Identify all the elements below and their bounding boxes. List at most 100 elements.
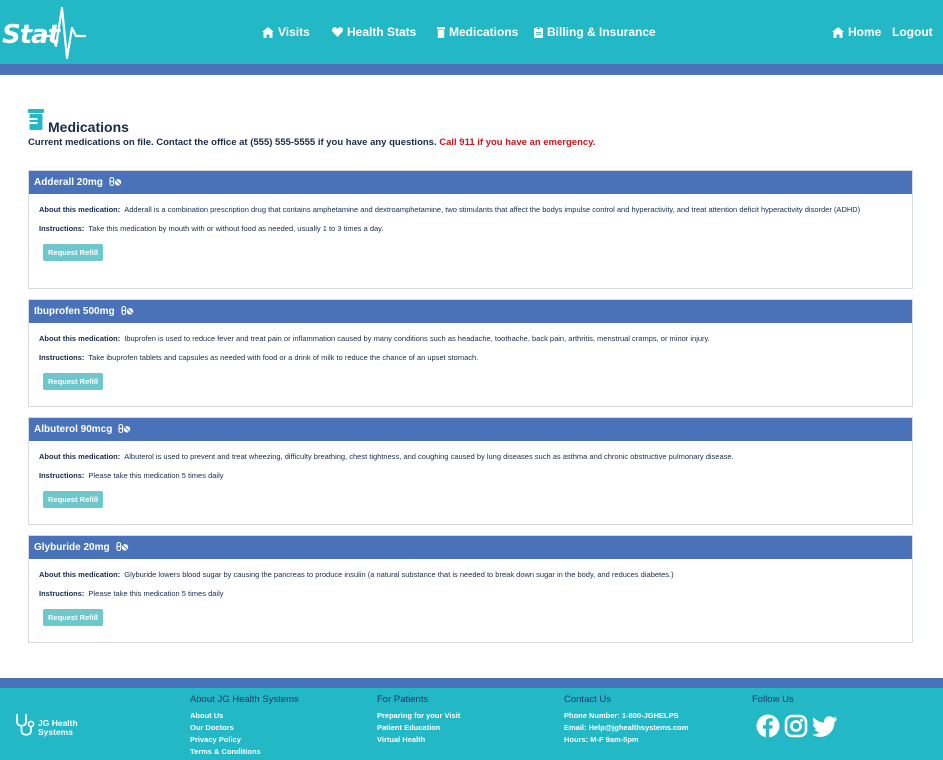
instructions-text: Please take this medication 5 times dail… bbox=[88, 589, 224, 598]
intro-contact-text: Current medications on file. Contact the… bbox=[28, 137, 437, 148]
about-text: Glyburide lowers blood sugar by causing … bbox=[124, 570, 674, 579]
about-label: About this medication: bbox=[39, 205, 121, 214]
about-label: About this medication: bbox=[39, 334, 121, 343]
home-icon bbox=[832, 26, 844, 38]
instructions-text: Take this medication by mouth with or wi… bbox=[88, 224, 384, 233]
footer-follow-heading: Follow Us bbox=[752, 694, 794, 705]
medication-card-header: Albuterol 90mcg bbox=[29, 418, 912, 441]
medication-name: Adderall 20mg bbox=[34, 177, 103, 188]
instagram-icon[interactable] bbox=[784, 714, 808, 743]
request-refill-button[interactable]: Request Refill bbox=[43, 244, 104, 261]
footer-link-terms[interactable]: Terms & Conditions bbox=[190, 746, 299, 758]
instructions-text: Take ibuprofen tablets and capsules as n… bbox=[88, 353, 479, 362]
nav-health-stats[interactable]: Health Stats bbox=[332, 25, 416, 39]
pills-icon bbox=[109, 176, 122, 189]
medication-name: Albuterol 90mcg bbox=[34, 424, 113, 435]
about-row: About this medication: Glyburide lowers … bbox=[39, 569, 902, 580]
medication-card-header: Adderall 20mg bbox=[29, 171, 912, 194]
heart-icon bbox=[332, 27, 343, 37]
instructions-row: Instructions: Please take this medicatio… bbox=[39, 470, 902, 481]
medication-card: Albuterol 90mcg About this medication: A… bbox=[28, 417, 913, 525]
intro-text: Current medications on file. Contact the… bbox=[28, 137, 595, 148]
pill-bottle-icon bbox=[437, 26, 445, 38]
nav-visits[interactable]: Visits bbox=[262, 25, 310, 39]
request-refill-button[interactable]: Request Refill bbox=[43, 373, 104, 390]
nav-medications[interactable]: Medications bbox=[437, 25, 518, 39]
footer-email[interactable]: Email: Help@jghealthsystems.com bbox=[564, 722, 688, 734]
medication-card-header: Ibuprofen 500mg bbox=[29, 300, 912, 323]
medication-card-body: About this medication: Albuterol is used… bbox=[29, 441, 912, 508]
instructions-label: Instructions: bbox=[39, 589, 85, 598]
nav-health-stats-label: Health Stats bbox=[347, 25, 417, 39]
footer-link-preparing-visit[interactable]: Preparing for your Visit bbox=[377, 710, 460, 722]
footer-about-heading: About JG Health Systems bbox=[190, 694, 299, 705]
request-refill-button[interactable]: Request Refill bbox=[43, 491, 104, 508]
footer-follow-column: Follow Us bbox=[752, 694, 794, 710]
footer-link-privacy-policy[interactable]: Privacy Policy bbox=[190, 734, 299, 746]
about-text: Albuterol is used to prevent and treat w… bbox=[124, 452, 734, 461]
medication-card-body: About this medication: Ibuprofen is used… bbox=[29, 323, 912, 390]
top-navbar: Stat Visits Health Stats Medications Bil… bbox=[0, 0, 943, 64]
footer-patients-heading: For Patients bbox=[377, 694, 429, 705]
pills-icon bbox=[118, 423, 131, 436]
about-label: About this medication: bbox=[39, 570, 121, 579]
medication-name: Ibuprofen 500mg bbox=[34, 306, 115, 317]
nav-billing-insurance[interactable]: Billing & Insurance bbox=[534, 25, 656, 39]
medication-card-body: About this medication: Glyburide lowers … bbox=[29, 559, 912, 626]
about-text: Adderall is a combination prescription d… bbox=[124, 205, 861, 214]
home-icon bbox=[262, 26, 274, 38]
medication-card: Ibuprofen 500mg About this medication: I… bbox=[28, 299, 913, 407]
logout-label: Logout bbox=[892, 25, 933, 39]
footer-phone: Phone Number: 1-800-JGHELPS bbox=[564, 711, 679, 720]
footer-link-virtual-health[interactable]: Virtual Health bbox=[377, 734, 460, 746]
medication-card: Adderall 20mg About this medication: Add… bbox=[28, 170, 913, 289]
pill-bottle-icon bbox=[28, 109, 44, 135]
footer: JG Health Systems About JG Health System… bbox=[0, 688, 943, 760]
instructions-label: Instructions: bbox=[39, 353, 85, 362]
about-row: About this medication: Albuterol is used… bbox=[39, 451, 902, 462]
medication-name: Glyburide 20mg bbox=[34, 542, 110, 553]
footer-patients-column: For Patients Preparing for your Visit Pa… bbox=[377, 694, 460, 746]
footer-link-about-us[interactable]: About Us bbox=[190, 710, 299, 722]
medication-card-body: About this medication: Adderall is a com… bbox=[29, 194, 912, 261]
about-text: Ibuprofen is used to reduce fever and tr… bbox=[124, 334, 710, 343]
instructions-row: Instructions: Please take this medicatio… bbox=[39, 588, 902, 599]
instructions-text: Please take this medication 5 times dail… bbox=[88, 471, 224, 480]
stethoscope-icon bbox=[14, 712, 36, 743]
request-refill-button[interactable]: Request Refill bbox=[43, 609, 104, 626]
twitter-icon[interactable] bbox=[812, 714, 838, 743]
pills-icon bbox=[121, 305, 134, 318]
logout-link[interactable]: Logout bbox=[892, 25, 933, 39]
nav-billing-label: Billing & Insurance bbox=[547, 25, 656, 39]
instructions-row: Instructions: Take this medication by mo… bbox=[39, 223, 902, 234]
about-row: About this medication: Adderall is a com… bbox=[39, 204, 902, 215]
footer-contact-column: Contact Us Phone Number: 1-800-JGHELPS E… bbox=[564, 694, 688, 746]
footer-link-our-doctors[interactable]: Our Doctors bbox=[190, 722, 299, 734]
footer-logo-text: JG Health Systems bbox=[38, 718, 78, 737]
nav-home[interactable]: Home bbox=[832, 25, 881, 39]
emergency-text: Call 911 if you have an emergency. bbox=[439, 137, 596, 148]
nav-accent-bar bbox=[0, 64, 943, 75]
page-title: Medications bbox=[48, 119, 129, 135]
social-icons bbox=[756, 714, 838, 743]
medication-card: Glyburide 20mg About this medication: Gl… bbox=[28, 535, 913, 643]
about-row: About this medication: Ibuprofen is used… bbox=[39, 333, 902, 344]
about-label: About this medication: bbox=[39, 452, 121, 461]
footer-accent-bar bbox=[0, 678, 943, 688]
footer-logo[interactable]: JG Health Systems bbox=[14, 712, 78, 743]
facebook-icon[interactable] bbox=[756, 714, 780, 743]
stat-logo[interactable]: Stat bbox=[0, 6, 90, 62]
nav-visits-label: Visits bbox=[278, 25, 310, 39]
footer-about-column: About JG Health Systems About Us Our Doc… bbox=[190, 694, 299, 758]
instructions-label: Instructions: bbox=[39, 471, 85, 480]
page-header: Medications bbox=[28, 109, 129, 135]
footer-contact-heading: Contact Us bbox=[564, 694, 611, 705]
footer-hours: Hours: M-F 9am-5pm bbox=[564, 735, 639, 744]
nav-medications-label: Medications bbox=[449, 25, 519, 39]
instructions-label: Instructions: bbox=[39, 224, 85, 233]
medication-card-header: Glyburide 20mg bbox=[29, 536, 912, 559]
footer-logo-line2: Systems bbox=[38, 726, 73, 737]
pills-icon bbox=[116, 541, 129, 554]
nav-home-label: Home bbox=[848, 25, 882, 39]
footer-link-patient-education[interactable]: Patient Education bbox=[377, 722, 460, 734]
